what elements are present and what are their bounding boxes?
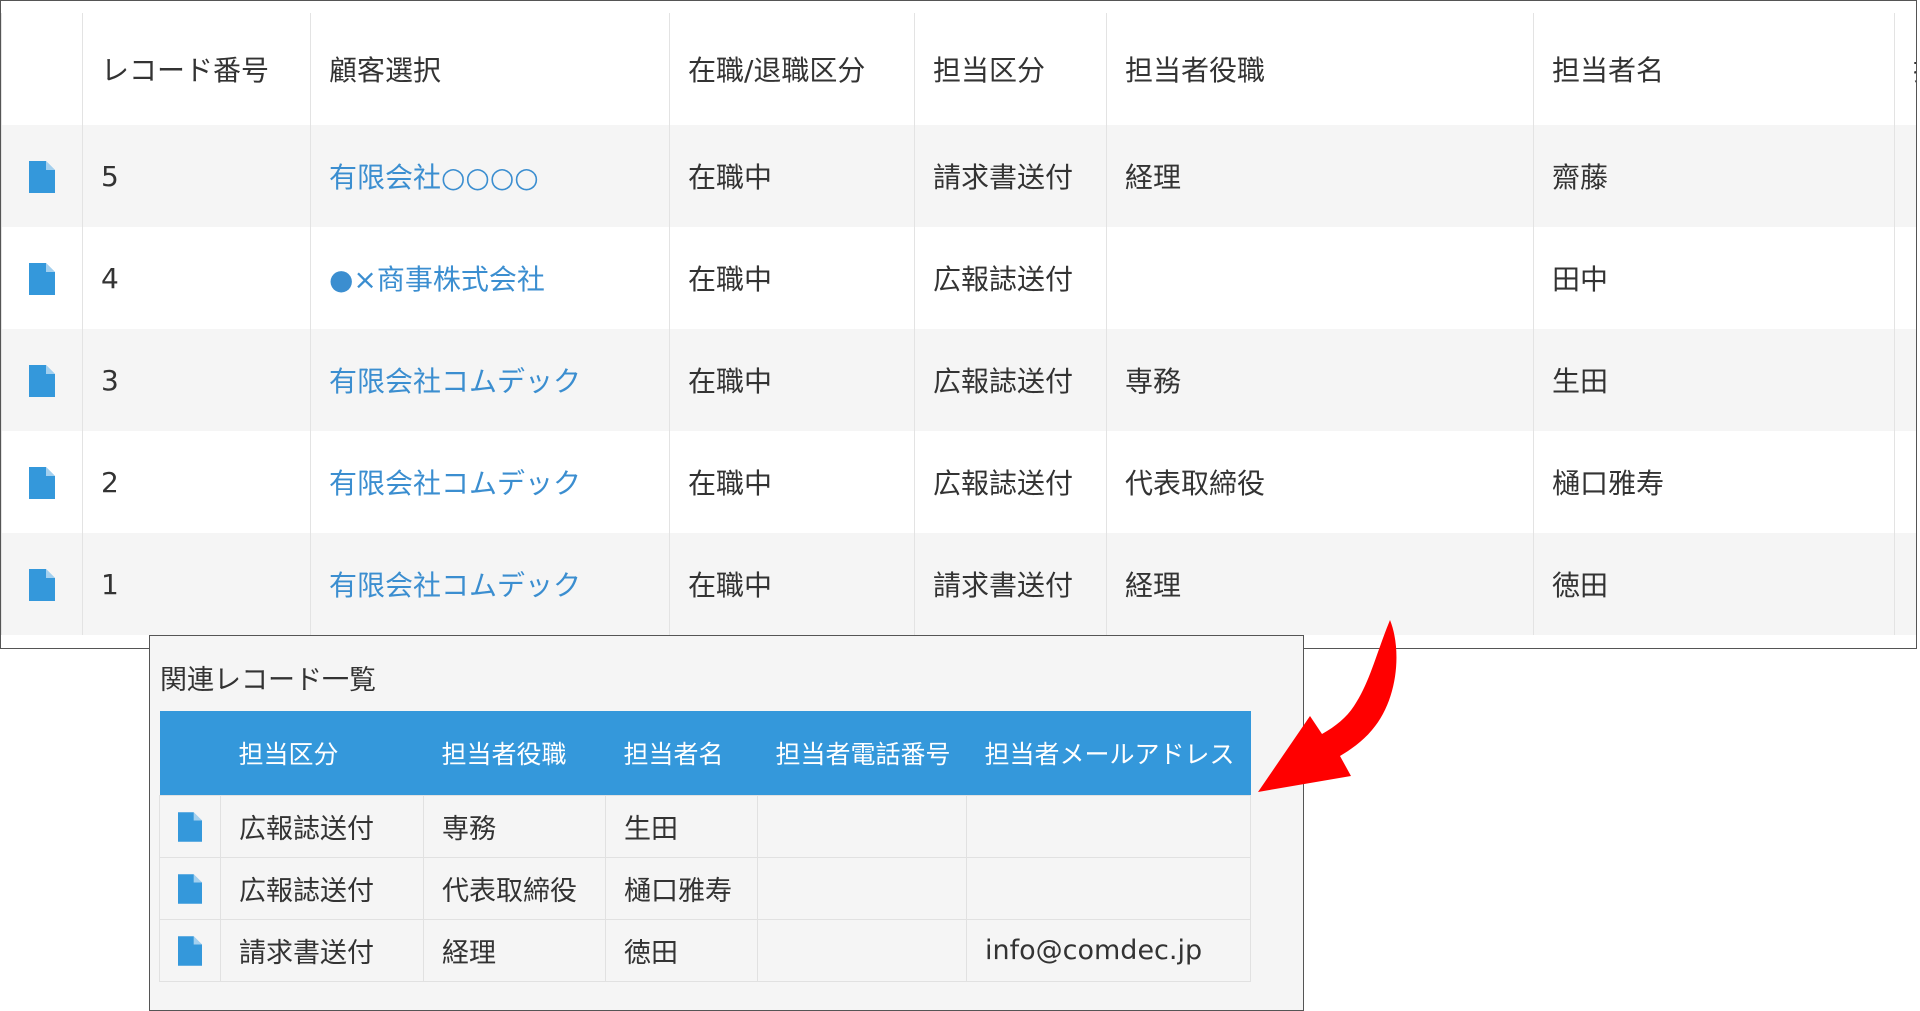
related-records-title: 関連レコード一覧	[160, 665, 376, 696]
related-table-row: 広報誌送付 専務 生田	[159, 795, 1251, 858]
related-person-name-cell: 樋口雅寿	[605, 857, 758, 920]
document-icon[interactable]	[178, 812, 202, 843]
column-header-person-name[interactable]: 担当者名	[1533, 13, 1895, 125]
table-row: 5 有限会社○○○○ 在職中 請求書送付 経理 齋藤	[1, 125, 1916, 227]
related-email-cell	[966, 857, 1251, 920]
related-person-title-cell: 経理	[423, 919, 606, 982]
person-title-cell: 専務	[1106, 329, 1534, 431]
document-icon[interactable]	[178, 874, 202, 905]
customer-link[interactable]: 有限会社○○○○	[310, 125, 670, 227]
category-cell: 請求書送付	[914, 533, 1107, 635]
related-column-header-email: 担当者メールアドレス	[966, 711, 1251, 796]
truncated-cell	[1894, 533, 1916, 635]
record-number-cell: 4	[82, 227, 311, 329]
related-person-title-cell: 専務	[423, 795, 606, 858]
column-header-customer[interactable]: 顧客選択	[310, 13, 670, 125]
records-table: レコード番号 顧客選択 在職/退職区分 担当区分 担当者役職 担当者名 担	[1, 13, 1916, 635]
related-email-cell	[966, 795, 1251, 858]
column-header-record-number[interactable]: レコード番号	[82, 13, 311, 125]
person-name-cell: 樋口雅寿	[1533, 431, 1895, 533]
customer-link[interactable]: ●×商事株式会社	[310, 227, 670, 329]
related-category-cell: 請求書送付	[220, 919, 424, 982]
related-column-header-person-name: 担当者名	[605, 711, 758, 796]
related-table-row: 広報誌送付 代表取締役 樋口雅寿	[159, 857, 1251, 920]
person-title-cell	[1106, 227, 1534, 329]
customer-link[interactable]: 有限会社コムデック	[310, 533, 670, 635]
related-category-cell: 広報誌送付	[220, 795, 424, 858]
truncated-cell	[1894, 227, 1916, 329]
related-records-table: 担当区分 担当者役職 担当者名 担当者電話番号 担当者メールアドレス 広報誌送付…	[159, 711, 1251, 982]
employment-status-cell: 在職中	[669, 329, 915, 431]
employment-status-cell: 在職中	[669, 125, 915, 227]
customer-link[interactable]: 有限会社コムデック	[310, 431, 670, 533]
record-number-cell: 5	[82, 125, 311, 227]
curved-arrow-icon	[1258, 620, 1397, 792]
related-person-name-cell: 生田	[605, 795, 758, 858]
category-cell: 広報誌送付	[914, 431, 1107, 533]
table-row: 2 有限会社コムデック 在職中 広報誌送付 代表取締役 樋口雅寿	[1, 431, 1916, 533]
table-row: 1 有限会社コムデック 在職中 請求書送付 経理 徳田	[1, 533, 1916, 635]
employment-status-cell: 在職中	[669, 227, 915, 329]
related-person-name-cell: 徳田	[605, 919, 758, 982]
related-category-cell: 広報誌送付	[220, 857, 424, 920]
related-record-detail-cell	[159, 795, 221, 858]
column-header-person-title[interactable]: 担当者役職	[1106, 13, 1534, 125]
related-record-detail-cell	[159, 857, 221, 920]
document-icon[interactable]	[29, 569, 55, 601]
record-detail-cell	[1, 227, 83, 329]
related-person-title-cell: 代表取締役	[423, 857, 606, 920]
records-list-view: レコード番号 顧客選択 在職/退職区分 担当区分 担当者役職 担当者名 担	[0, 0, 1917, 649]
record-number-cell: 1	[82, 533, 311, 635]
document-icon[interactable]	[29, 263, 55, 295]
category-cell: 請求書送付	[914, 125, 1107, 227]
record-detail-cell	[1, 533, 83, 635]
related-table-header-row: 担当区分 担当者役職 担当者名 担当者電話番号 担当者メールアドレス	[159, 711, 1251, 796]
truncated-cell	[1894, 125, 1916, 227]
related-email-cell: info@comdec.jp	[966, 919, 1251, 982]
category-cell: 広報誌送付	[914, 329, 1107, 431]
record-detail-cell	[1, 431, 83, 533]
related-column-header-person-title: 担当者役職	[423, 711, 606, 796]
record-detail-cell	[1, 125, 83, 227]
document-icon[interactable]	[29, 161, 55, 193]
document-icon[interactable]	[178, 936, 202, 967]
column-header-truncated[interactable]: 担	[1894, 13, 1916, 125]
screenshot-stage: レコード番号 顧客選択 在職/退職区分 担当区分 担当者役職 担当者名 担	[0, 0, 1920, 1011]
records-table-header-row: レコード番号 顧客選択 在職/退職区分 担当区分 担当者役職 担当者名 担	[1, 13, 1916, 125]
person-title-cell: 代表取締役	[1106, 431, 1534, 533]
record-number-cell: 2	[82, 431, 311, 533]
related-table-row: 請求書送付 経理 徳田 info@comdec.jp	[159, 919, 1251, 982]
related-phone-cell	[757, 857, 967, 920]
column-header-employment-status[interactable]: 在職/退職区分	[669, 13, 915, 125]
category-cell: 広報誌送付	[914, 227, 1107, 329]
person-name-cell: 徳田	[1533, 533, 1895, 635]
person-title-cell: 経理	[1106, 125, 1534, 227]
truncated-cell	[1894, 329, 1916, 431]
customer-link[interactable]: 有限会社コムデック	[310, 329, 670, 431]
related-phone-cell	[757, 919, 967, 982]
person-name-cell: 田中	[1533, 227, 1895, 329]
column-header-icon	[1, 13, 83, 125]
table-row: 3 有限会社コムデック 在職中 広報誌送付 専務 生田	[1, 329, 1916, 431]
table-row: 4 ●×商事株式会社 在職中 広報誌送付 田中	[1, 227, 1916, 329]
employment-status-cell: 在職中	[669, 533, 915, 635]
record-detail-cell	[1, 329, 83, 431]
record-number-cell: 3	[82, 329, 311, 431]
person-name-cell: 生田	[1533, 329, 1895, 431]
person-name-cell: 齋藤	[1533, 125, 1895, 227]
related-column-header-category: 担当区分	[220, 711, 424, 796]
document-icon[interactable]	[29, 467, 55, 499]
truncated-cell	[1894, 431, 1916, 533]
employment-status-cell: 在職中	[669, 431, 915, 533]
column-header-category[interactable]: 担当区分	[914, 13, 1107, 125]
related-phone-cell	[757, 795, 967, 858]
document-icon[interactable]	[29, 365, 55, 397]
related-records-panel: 関連レコード一覧 担当区分 担当者役職 担当者名 担当者電話番号 担当者メールア…	[149, 635, 1304, 1011]
related-column-header-phone: 担当者電話番号	[757, 711, 967, 796]
related-column-header-icon	[159, 711, 221, 796]
related-record-detail-cell	[159, 919, 221, 982]
